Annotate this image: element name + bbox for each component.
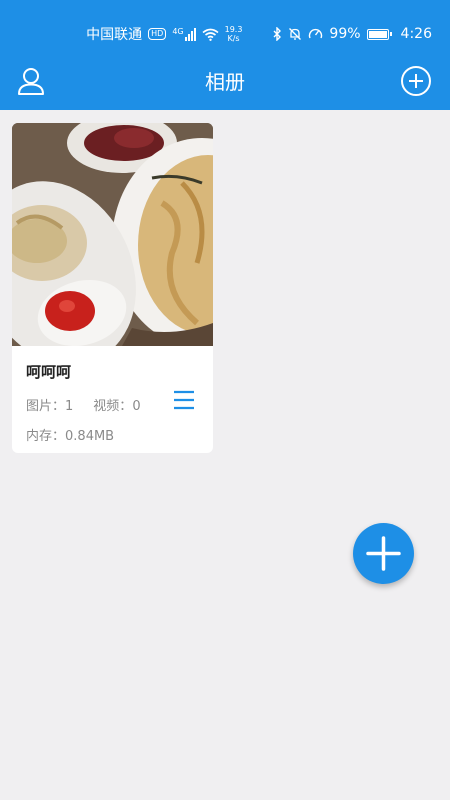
signal-icon: 4G [172,27,196,41]
battery-percent: 99% [329,26,361,42]
photos-count: 1 [65,399,74,414]
size-value: 0.84MB [65,429,115,444]
hd-badge: HD [148,28,167,40]
network-speed: 19.3 K/s [225,25,243,43]
plus-icon [366,536,401,571]
status-time: 4:26 [400,26,432,42]
add-circle-icon [401,66,431,96]
battery-icon [366,28,392,40]
speed-value: 19.3 [224,25,243,34]
videos-count: 0 [132,399,141,414]
album-menu-button[interactable] [173,389,195,411]
videos-label: 视频： [93,399,133,414]
app-bar: 相册 [0,52,450,110]
wifi-icon [202,28,219,41]
food-photo [12,123,213,346]
add-album-button[interactable] [400,65,432,97]
album-name: 呵呵呵 [26,363,72,381]
add-fab-button[interactable] [353,523,414,584]
size-label: 内存： [26,429,66,444]
menu-icon [174,390,194,410]
mute-bell-icon [289,28,302,40]
network-type: 4G [172,27,184,36]
speed-unit: K/s [227,34,240,43]
page-title: 相册 [205,70,245,94]
album-size: 内存：0.84MB [26,425,114,444]
status-indicators: 中国联通 HD 4G 19.3 K/s 99% 4:26 [86,22,432,46]
album-card[interactable]: 呵呵呵 图片：1 视频：0 内存：0.84MB [12,123,213,453]
album-cover-image[interactable] [12,123,213,346]
album-stats: 图片：1 视频：0 [26,395,145,414]
speedometer-icon [309,28,323,39]
photos-label: 图片： [26,399,66,414]
album-screen: 中国联通 HD 4G 19.3 K/s 99% 4:26 相册 呵呵呵 图片：1… [0,0,450,800]
carrier-name: 中国联通 [86,27,143,43]
bluetooth-icon [273,27,282,41]
